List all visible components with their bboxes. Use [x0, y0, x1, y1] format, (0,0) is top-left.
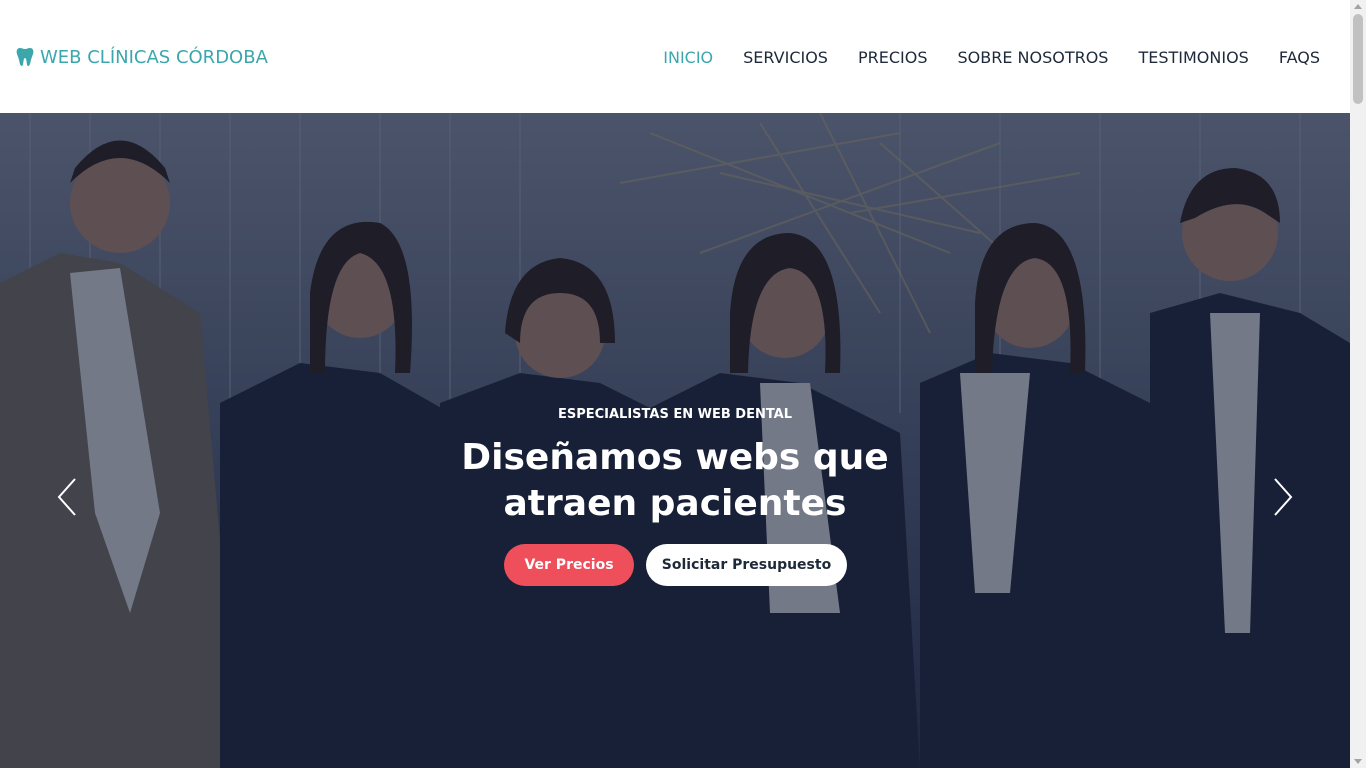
main-navigation: INICIO SERVICIOS PRECIOS SOBRE NOSOTROS …: [633, 46, 1320, 68]
site-header: WEB CLÍNICAS CÓRDOBA INICIO SERVICIOS PR…: [0, 0, 1350, 113]
scroll-thumb[interactable]: [1353, 14, 1363, 104]
nav-item-servicios[interactable]: SERVICIOS: [743, 48, 828, 67]
tooth-icon: [16, 47, 34, 67]
chevron-right-icon: [1274, 478, 1293, 516]
scroll-up-arrow-icon[interactable]: [1354, 4, 1362, 9]
nav-item-testimonios[interactable]: TESTIMONIOS: [1138, 48, 1248, 67]
nav-item-faqs[interactable]: FAQS: [1279, 48, 1320, 67]
hero-content: ESPECIALISTAS EN WEB DENTAL Diseñamos we…: [0, 113, 1350, 768]
brand-name: WEB CLÍNICAS CÓRDOBA: [40, 46, 268, 68]
chevron-left-icon: [57, 478, 76, 516]
solicitar-presupuesto-button[interactable]: Solicitar Presupuesto: [646, 544, 847, 586]
scroll-down-arrow-icon[interactable]: [1354, 759, 1362, 764]
nav-item-precios[interactable]: PRECIOS: [858, 48, 928, 67]
carousel-next-button[interactable]: [1267, 477, 1297, 517]
nav-item-sobre-nosotros[interactable]: SOBRE NOSOTROS: [957, 48, 1108, 67]
page-scrollbar[interactable]: [1350, 0, 1366, 768]
hero-headline: Diseñamos webs que atraen pacientes: [461, 437, 889, 524]
hero-carousel: ESPECIALISTAS EN WEB DENTAL Diseñamos we…: [0, 113, 1350, 768]
brand-logo-link[interactable]: WEB CLÍNICAS CÓRDOBA: [16, 44, 268, 70]
hero-eyebrow: ESPECIALISTAS EN WEB DENTAL: [557, 407, 793, 422]
ver-precios-button[interactable]: Ver Precios: [504, 544, 634, 586]
carousel-prev-button[interactable]: [53, 477, 83, 517]
nav-item-inicio[interactable]: INICIO: [663, 48, 713, 67]
